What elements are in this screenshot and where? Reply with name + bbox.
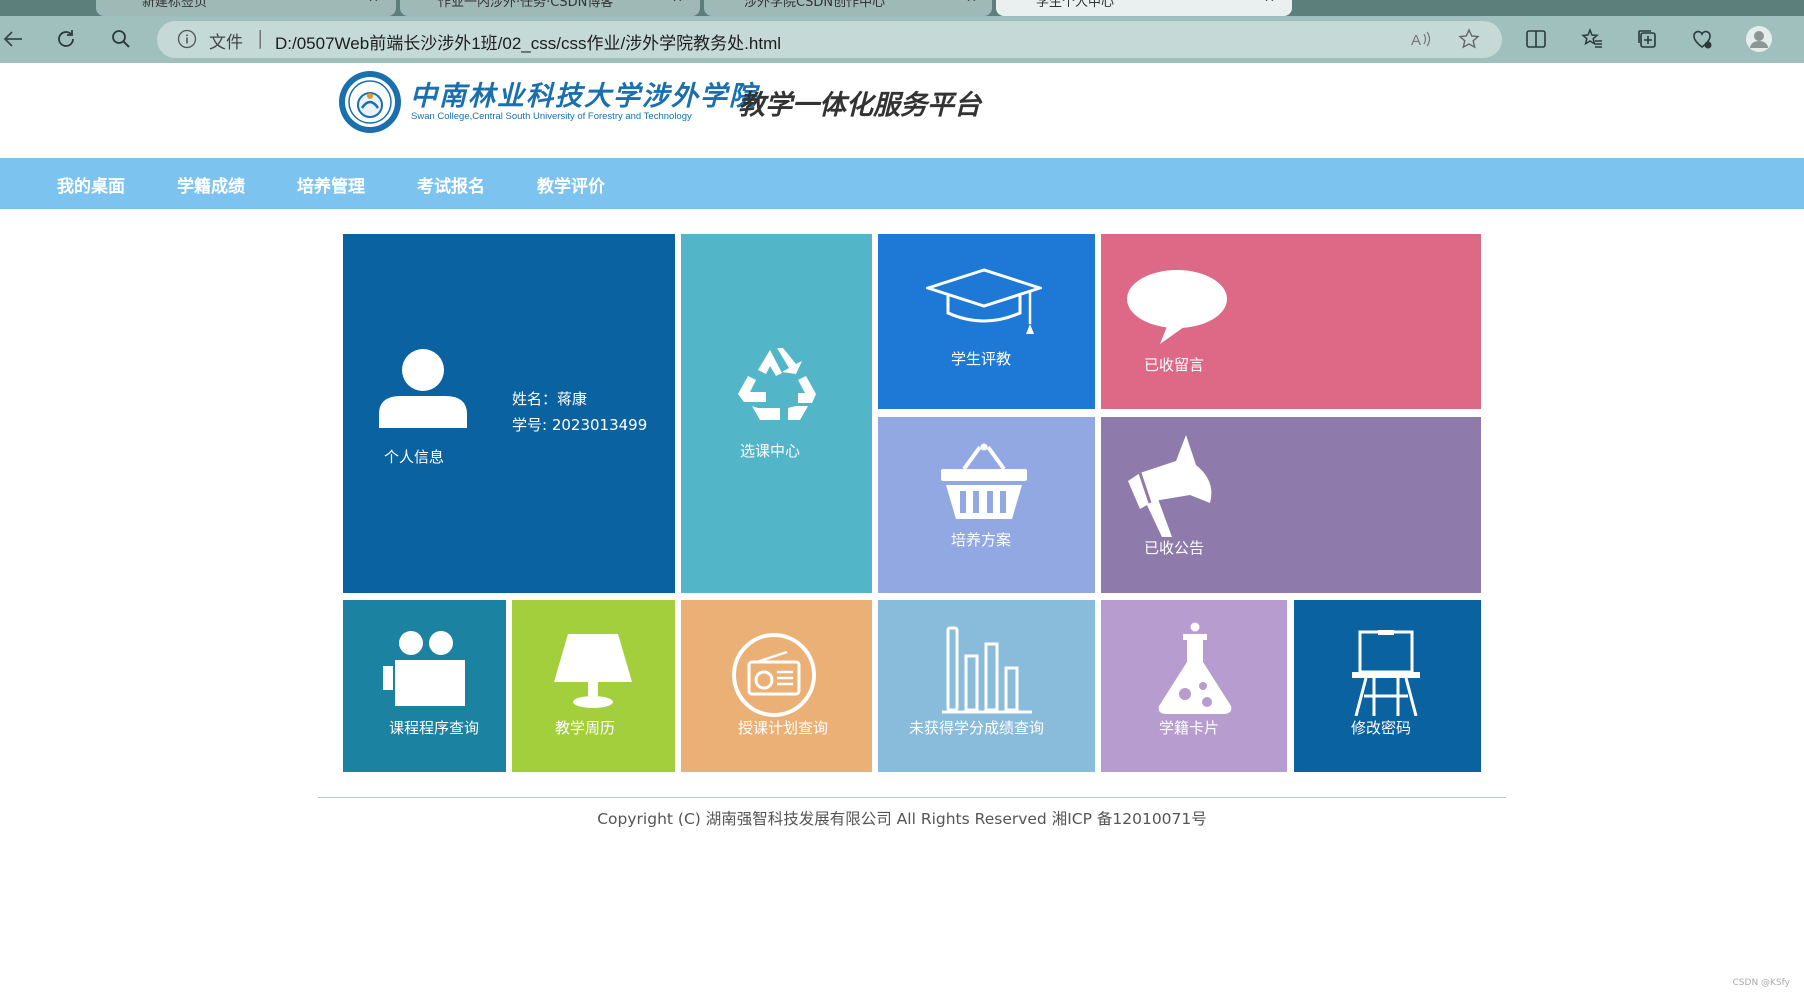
file-label: 文件 <box>209 33 243 52</box>
user-icon <box>379 349 467 428</box>
tile-change-password[interactable]: 修改密码 <box>1294 600 1481 772</box>
browser-essentials-icon[interactable] <box>1685 22 1719 56</box>
close-icon[interactable]: ✕ <box>672 0 683 6</box>
tile-label: 未获得学分成绩查询 <box>909 719 1045 737</box>
tile-label: 个人信息 <box>384 448 445 466</box>
tile-course-schedule-query[interactable]: 课程程序查询 <box>343 600 506 772</box>
close-icon[interactable]: ✕ <box>966 0 977 6</box>
profile-avatar-icon[interactable] <box>1742 22 1776 56</box>
svg-text:A: A <box>1411 32 1421 49</box>
nav-item-training[interactable]: 培养管理 <box>297 172 365 197</box>
tile-received-messages[interactable]: 已收留言 <box>1101 234 1481 409</box>
footer-copyright: Copyright (C) 湖南强智科技发展有限公司 All Rights Re… <box>597 810 1207 828</box>
browser-tab[interactable]: 涉外学院CSDN创作中心 ✕ <box>704 0 992 16</box>
tile-label: 已收留言 <box>1144 356 1205 374</box>
student-name: 姓名：蒋康 <box>512 390 588 408</box>
close-icon[interactable]: ✕ <box>1264 0 1275 6</box>
address-bar[interactable]: 文件 | D:/0507Web前端长沙涉外1班/02_css/css作业/涉外学… <box>157 21 1502 58</box>
tile-course-selection[interactable]: 选课中心 <box>681 234 872 593</box>
collections-icon[interactable] <box>1630 22 1664 56</box>
nav-item-desktop[interactable]: 我的桌面 <box>57 172 125 197</box>
tile-label: 课程程序查询 <box>389 719 480 737</box>
tile-uncredited-grades-query[interactable]: 未获得学分成绩查询 <box>878 600 1095 772</box>
tile-received-notices[interactable]: 已收公告 <box>1101 417 1481 593</box>
main-nav: 我的桌面 学籍成绩 培养管理 考试报名 教学评价 <box>0 158 1804 209</box>
tile-label: 选课中心 <box>740 442 801 460</box>
favorite-star-icon[interactable] <box>1458 28 1480 50</box>
tile-label: 修改密码 <box>1351 719 1412 737</box>
tile-label: 授课计划查询 <box>738 719 829 737</box>
address-separator: | <box>257 27 264 49</box>
url-text[interactable]: D:/0507Web前端长沙涉外1班/02_css/css作业/涉外学院教务处.… <box>275 29 781 54</box>
tile-label: 培养方案 <box>951 531 1012 549</box>
megaphone-icon <box>1128 435 1212 537</box>
tile-teaching-calendar[interactable]: 教学周历 <box>512 600 675 772</box>
tab-title: 学生个人中心 <box>1036 0 1115 10</box>
browser-tab[interactable]: 作业一内涉外·任务·CSDN博客 ✕ <box>400 0 700 16</box>
school-logo <box>339 71 401 133</box>
student-id: 学号: 2023013499 <box>512 416 648 434</box>
browser-toolbar: 文件 | D:/0507Web前端长沙涉外1班/02_css/css作业/涉外学… <box>0 16 1804 63</box>
tile-label: 学籍卡片 <box>1159 719 1220 737</box>
tab-title: 作业一内涉外·任务·CSDN博客 <box>438 0 614 10</box>
info-icon[interactable] <box>177 29 197 49</box>
nav-item-records-grades[interactable]: 学籍成绩 <box>177 172 245 197</box>
tile-label: 学生评教 <box>951 350 1012 368</box>
browser-tab-strip: 新建标签页 ✕ 作业一内涉外·任务·CSDN博客 ✕ 涉外学院CSDN创作中心 … <box>0 0 1804 16</box>
bar-chart-icon <box>942 626 1032 714</box>
flask-icon <box>1158 622 1232 714</box>
lamp-icon <box>554 634 632 708</box>
tab-title: 涉外学院CSDN创作中心 <box>744 0 886 10</box>
back-icon[interactable] <box>0 22 30 56</box>
tile-student-evaluation[interactable]: 学生评教 <box>878 234 1095 409</box>
watermark: CSDN @KSfy <box>1732 978 1790 988</box>
split-screen-icon[interactable] <box>1519 22 1553 56</box>
school-name-english: Swan College,Central South University of… <box>411 111 692 122</box>
graduation-cap-icon <box>926 268 1042 334</box>
speech-bubble-icon <box>1127 270 1227 344</box>
tile-label: 教学周历 <box>555 719 616 737</box>
browser-tab[interactable]: 新建标签页 ✕ <box>96 0 396 16</box>
close-icon[interactable]: ✕ <box>368 0 379 6</box>
tab-title: 新建标签页 <box>142 0 208 10</box>
platform-title: 教学一体化服务平台 <box>738 90 981 121</box>
nav-item-teaching-evaluation[interactable]: 教学评价 <box>537 172 605 197</box>
radio-icon <box>732 633 816 717</box>
basket-icon <box>941 443 1027 519</box>
tile-personal-info[interactable]: 个人信息 姓名：蒋康 学号: 2023013499 <box>343 234 675 593</box>
tile-teaching-plan-query[interactable]: 授课计划查询 <box>681 600 872 772</box>
nav-item-exam-registration[interactable]: 考试报名 <box>417 172 485 197</box>
search-icon[interactable] <box>104 22 138 56</box>
tile-student-record-card[interactable]: 学籍卡片 <box>1101 600 1287 772</box>
tile-training-plan[interactable]: 培养方案 <box>878 417 1095 593</box>
reload-icon[interactable] <box>49 22 83 56</box>
school-name: 中南林业科技大学涉外学院 <box>410 81 758 112</box>
favorites-icon[interactable] <box>1575 22 1609 56</box>
video-camera-icon <box>383 631 465 706</box>
tile-label: 已收公告 <box>1144 539 1205 557</box>
recycle-icon <box>738 348 816 420</box>
easel-icon <box>1352 630 1420 716</box>
browser-tab-active[interactable]: 学生个人中心 ✕ <box>996 0 1292 16</box>
read-aloud-icon[interactable]: A <box>1410 28 1432 50</box>
footer-divider <box>318 797 1506 798</box>
